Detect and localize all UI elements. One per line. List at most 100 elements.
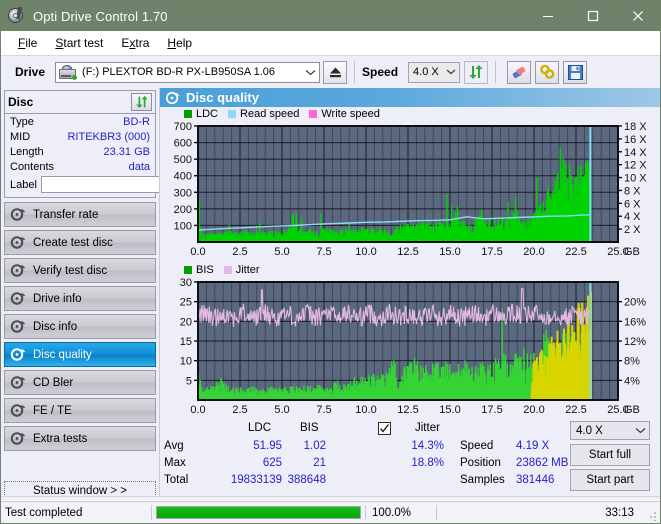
check-icon <box>380 424 390 433</box>
sidebar-item-disc-info[interactable]: Disc info <box>4 314 156 339</box>
bis-jitter-chart[interactable]: 5 10 15 20 25 30 4% 8% 12% 16% 20% 0.0 2.5 5.0 7.5 10.0… <box>160 276 657 418</box>
bis-chart-container: 5 10 15 20 25 30 4% 8% 12% 16% 20% 0.0 2.5 5.0 7.5 10.0… <box>160 276 660 418</box>
menu-start-test[interactable]: Start test <box>46 34 112 52</box>
stats-header-bis: BIS <box>300 422 319 434</box>
legend-swatch-jitter <box>223 265 232 274</box>
svg-text:15.0: 15.0 <box>439 404 460 416</box>
svg-text:300: 300 <box>174 187 192 199</box>
sidebar-item-label: Disc info <box>33 320 78 333</box>
svg-text:12 X: 12 X <box>624 160 647 172</box>
menu-file[interactable]: File <box>9 34 46 52</box>
legend-swatch-write-speed <box>309 109 318 118</box>
sidebar-item-verify-test-disc[interactable]: Verify test disc <box>4 258 156 283</box>
svg-text:0.0: 0.0 <box>190 404 205 416</box>
svg-text:16 X: 16 X <box>624 134 647 146</box>
ldc-chart[interactable]: 100 200 300 400 500 600 700 2 X4 X6 X8 X10 X12 … <box>160 120 657 260</box>
disc-row-contents-value: data <box>128 160 150 173</box>
optical-disc-icon <box>8 6 26 25</box>
stats-panel: LDC BIS Jitter Avg 51.95 1.02 14.3% Max … <box>160 418 660 494</box>
sidebar-item-label: Transfer rate <box>33 208 99 221</box>
close-button[interactable] <box>615 1 660 31</box>
stats-bis-total: 388648 <box>287 474 326 486</box>
sidebar-item-label: FE / TE <box>33 404 72 417</box>
svg-text:5: 5 <box>186 375 192 387</box>
legend-swatch-read-speed <box>228 109 237 118</box>
refresh-drive-button[interactable] <box>464 60 489 84</box>
svg-text:20: 20 <box>180 316 192 328</box>
start-part-button[interactable]: Start part <box>570 469 650 491</box>
settings-button[interactable] <box>535 60 560 84</box>
drive-select[interactable]: (F:) PLEXTOR BD-R PX-LB950SA 1.06 <box>55 61 321 83</box>
legend-label-bis: BIS <box>196 263 214 276</box>
test-speed-select-value: 4.0 X <box>576 424 603 437</box>
svg-text:20%: 20% <box>624 297 646 309</box>
stats-speed-value: 4.19 X <box>516 440 550 452</box>
toolbar: Drive (F:) PLEXTOR BD-R PX-LB950SA 1.06 … <box>1 55 660 88</box>
menu-help[interactable]: Help <box>158 34 201 52</box>
sidebar-item-disc-quality[interactable]: Disc quality <box>4 342 156 367</box>
disc-row-mid-value: RITEKBR3 (000) <box>67 130 150 143</box>
sidebar-item-cd-bler[interactable]: CD Bler <box>4 370 156 395</box>
disc-info-icon <box>10 319 27 334</box>
sidebar-item-label: Extra tests <box>33 432 88 445</box>
disc-panel-title: Disc <box>8 95 34 109</box>
svg-text:6 X: 6 X <box>624 198 641 210</box>
optical-drive-icon <box>59 64 78 80</box>
sidebar-item-label: Drive info <box>33 292 82 305</box>
svg-text:12%: 12% <box>624 336 646 348</box>
svg-text:10.0: 10.0 <box>355 404 376 416</box>
sidebar-item-label: CD Bler <box>33 376 74 389</box>
eraser-icon <box>512 66 525 78</box>
resize-grip-icon[interactable] <box>646 509 658 522</box>
disc-quality-title: Disc quality <box>186 90 259 105</box>
status-bar: Test completed 100.0% 33:13 <box>1 501 660 523</box>
chevron-down-icon <box>302 63 319 82</box>
sidebar-item-fe-te[interactable]: FE / TE <box>4 398 156 423</box>
progress-percent: 100.0% <box>365 505 436 520</box>
disc-row-length-key: Length <box>10 145 44 158</box>
legend-label-ldc: LDC <box>196 107 219 120</box>
settings-icon <box>539 64 554 79</box>
svg-text:2 X: 2 X <box>624 224 641 236</box>
speed-select[interactable]: 4.0 X <box>408 61 461 83</box>
disc-row-type-value: BD-R <box>123 115 150 128</box>
legend-swatch-bis <box>184 265 192 274</box>
disc-quality-icon <box>10 347 27 362</box>
svg-text:5.0: 5.0 <box>274 246 289 258</box>
disc-label-key: Label <box>10 178 37 191</box>
speed-select-value: 4.0 X <box>413 66 439 78</box>
drive-label: Drive <box>15 65 46 79</box>
sidebar-item-create-test-disc[interactable]: Create test disc <box>4 230 156 255</box>
svg-text:15.0: 15.0 <box>439 246 460 258</box>
test-speed-select[interactable]: 4.0 X <box>570 421 650 440</box>
disc-extra-icon <box>10 431 27 446</box>
save-icon <box>567 64 583 80</box>
progress-cell <box>151 505 365 520</box>
main-panel: Disc quality LDC Read speed Write speed … <box>159 88 660 503</box>
menu-bar: File Start test Extra Help <box>1 31 660 55</box>
minimize-button[interactable] <box>525 1 570 31</box>
eject-button[interactable] <box>323 60 348 84</box>
sidebar-item-label: Create test disc <box>33 236 113 249</box>
save-button[interactable] <box>563 60 588 84</box>
svg-text:30: 30 <box>180 277 192 289</box>
clear-button[interactable] <box>507 60 532 84</box>
svg-text:8%: 8% <box>624 356 640 368</box>
svg-text:500: 500 <box>174 154 192 166</box>
start-full-button[interactable]: Start full <box>570 444 650 466</box>
jitter-checkbox[interactable] <box>378 422 391 435</box>
refresh-disc-button[interactable] <box>131 93 152 111</box>
disc-verify-icon <box>10 263 27 278</box>
sidebar-item-extra-tests[interactable]: Extra tests <box>4 426 156 451</box>
maximize-button[interactable] <box>570 1 615 31</box>
sidebar-item-transfer-rate[interactable]: Transfer rate <box>4 202 156 227</box>
stats-speed-label: Speed <box>460 440 494 452</box>
svg-text:20.0: 20.0 <box>523 404 544 416</box>
disc-quality-header: Disc quality <box>160 88 660 107</box>
svg-text:2.5: 2.5 <box>232 404 247 416</box>
menu-extra[interactable]: Extra <box>112 34 158 52</box>
stats-header-jitter: Jitter <box>415 422 440 434</box>
sidebar-item-drive-info[interactable]: Drive info <box>4 286 156 311</box>
svg-text:15: 15 <box>180 336 192 348</box>
stats-bis-avg: 1.02 <box>303 440 326 452</box>
